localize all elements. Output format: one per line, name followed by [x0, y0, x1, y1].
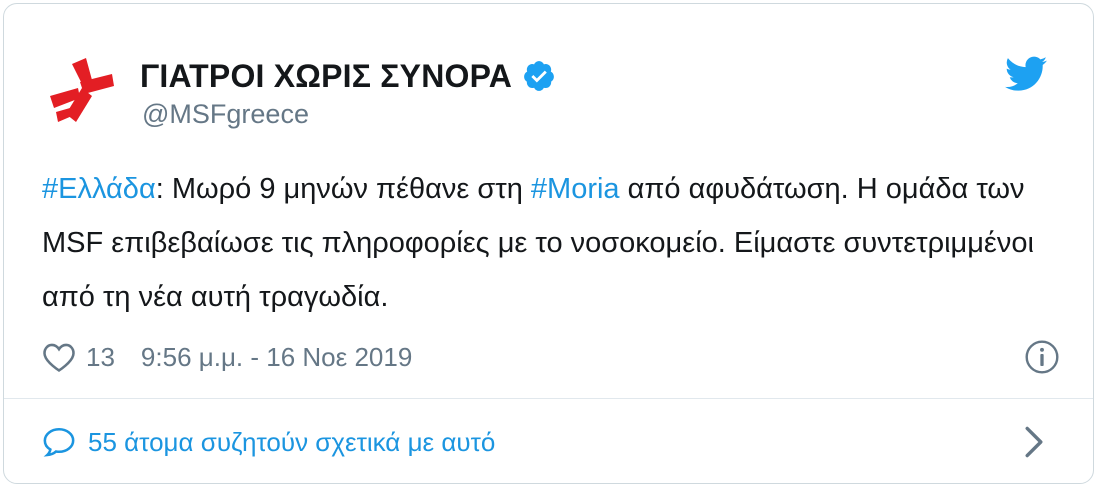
like-count[interactable]: 13: [86, 342, 115, 373]
info-icon[interactable]: [1024, 339, 1060, 375]
conversation-link[interactable]: 55 άτομα συζητούν σχετικά με αυτό: [4, 399, 1093, 485]
speech-bubble-icon: [43, 427, 75, 457]
tweet-timestamp[interactable]: 9:56 μ.μ. - 16 Νοε 2019: [141, 342, 412, 373]
msf-logo-icon[interactable]: [42, 52, 122, 132]
author-display-name[interactable]: ΓΙΑΤΡΟΙ ΧΩΡΙΣ ΣΥΝΟΡΑ: [140, 58, 512, 95]
author-name-row[interactable]: ΓΙΑΤΡΟΙ ΧΩΡΙΣ ΣΥΝΟΡΑ: [140, 54, 556, 98]
chevron-right-icon[interactable]: [1023, 425, 1045, 459]
author-handle[interactable]: @MSFgreece: [142, 99, 309, 130]
hashtag-link[interactable]: #Moria: [531, 173, 620, 205]
conversation-label[interactable]: 55 άτομα συζητούν σχετικά με αυτό: [88, 427, 495, 458]
verified-badge-icon: [524, 61, 554, 91]
tweet-header: ΓΙΑΤΡΟΙ ΧΩΡΙΣ ΣΥΝΟΡΑ @MSFgreece: [4, 4, 1093, 154]
tweet-text-segment: : Μωρό 9 μηνών πέθανε στη: [155, 173, 531, 205]
tweet-text: #Ελλάδα: Μωρό 9 μηνών πέθανε στη #Moria …: [42, 162, 1072, 324]
hashtag-link[interactable]: #Ελλάδα: [42, 173, 156, 205]
tweet-card: ΓΙΑΤΡΟΙ ΧΩΡΙΣ ΣΥΝΟΡΑ @MSFgreece #Ελλάδα:…: [3, 3, 1094, 484]
tweet-meta: 13 9:56 μ.μ. - 16 Νοε 2019: [42, 337, 1072, 377]
heart-icon[interactable]: [42, 341, 76, 373]
twitter-bird-icon[interactable]: [1005, 56, 1047, 92]
